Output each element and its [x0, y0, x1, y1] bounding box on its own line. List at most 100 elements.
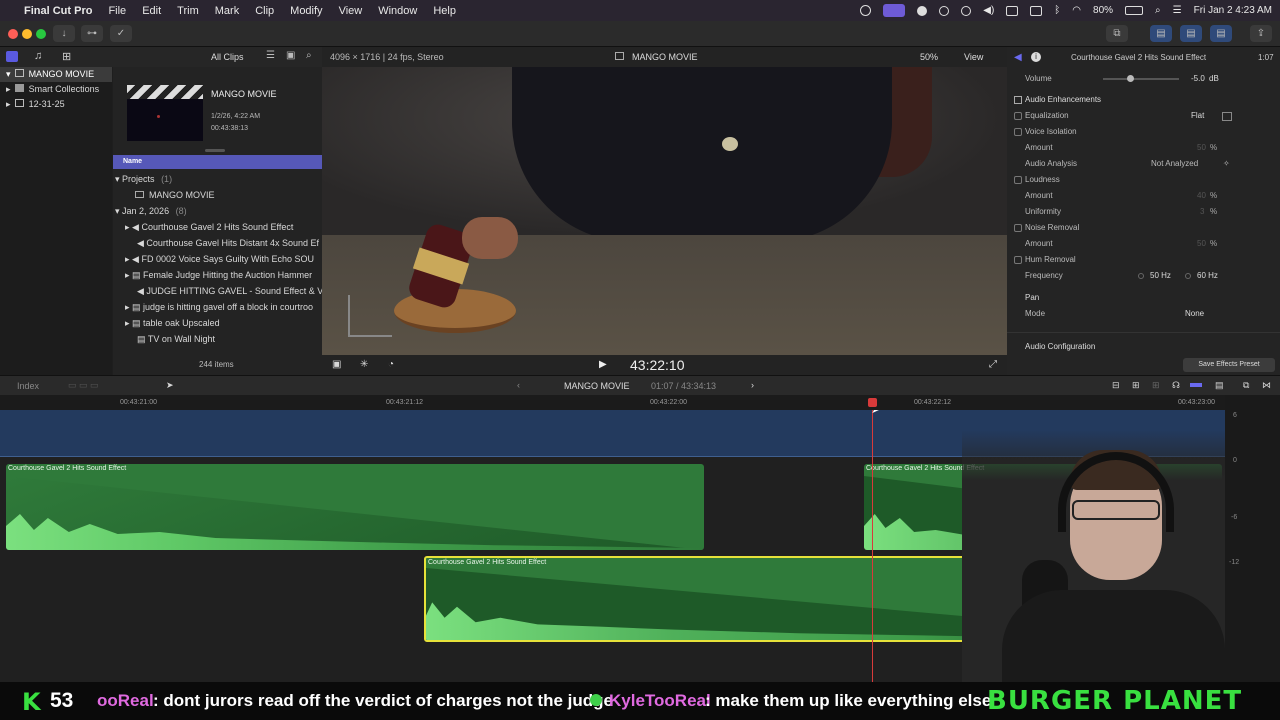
- group-date[interactable]: ▾ Jan 2, 2026 (8): [113, 203, 322, 219]
- libraries-icon[interactable]: [6, 51, 18, 62]
- list-item[interactable]: ◀ Courthouse Gavel Hits Distant 4x Sound…: [113, 235, 322, 251]
- disclosure-icon[interactable]: ▸: [6, 99, 11, 109]
- disclosure-icon[interactable]: ▸: [125, 318, 132, 328]
- clip-appearance-icon[interactable]: ▣: [286, 50, 295, 61]
- transform-icon[interactable]: ▣: [332, 359, 341, 370]
- frequency-50[interactable]: 50 Hz: [1150, 268, 1171, 284]
- amount-value[interactable]: 40: [1197, 188, 1206, 204]
- menu-view[interactable]: View: [331, 5, 371, 17]
- share-button[interactable]: ⇪: [1250, 25, 1272, 42]
- event-thumbnail[interactable]: [127, 85, 203, 141]
- solo-icon[interactable]: ⊞: [1152, 380, 1160, 391]
- frequency-60[interactable]: 60 Hz: [1197, 268, 1218, 284]
- zoom-out-icon[interactable]: ⊟: [1112, 380, 1120, 391]
- control-center-icon[interactable]: ☰: [1173, 5, 1182, 16]
- play-icon[interactable]: [961, 5, 972, 16]
- search-icon[interactable]: ⌕: [306, 50, 312, 61]
- snapping-icon[interactable]: [1190, 383, 1202, 387]
- playhead-handle[interactable]: [868, 398, 877, 407]
- list-item[interactable]: ▸ ▤ table oak Upscaled: [113, 315, 322, 331]
- menu-edit[interactable]: Edit: [134, 5, 169, 17]
- background-tasks-button[interactable]: ✓: [110, 25, 132, 42]
- speed-icon[interactable]: ◔: [388, 359, 394, 370]
- uniformity-value[interactable]: 3: [1200, 204, 1204, 220]
- menu-mark[interactable]: Mark: [207, 5, 247, 17]
- effects-browser-icon[interactable]: ⧉: [1243, 380, 1249, 391]
- disclosure-icon[interactable]: ▸: [6, 84, 11, 94]
- close-window-button[interactable]: [8, 29, 18, 39]
- checkbox-box[interactable]: [1014, 175, 1022, 184]
- clip-filter-dropdown[interactable]: All Clips: [211, 52, 244, 62]
- enhance-icon[interactable]: ✳: [360, 359, 368, 370]
- library-item-mango-movie[interactable]: ▾ MANGO MOVIE: [0, 67, 112, 82]
- audio-clip[interactable]: Courthouse Gavel 2 Hits Sound Effect: [6, 464, 704, 550]
- menubar-datetime[interactable]: Fri Jan 2 4:23 AM: [1194, 5, 1272, 16]
- disclosure-icon[interactable]: ▸: [125, 254, 132, 264]
- browser-toggle-button[interactable]: ▤: [1150, 25, 1172, 42]
- screen-record-icon[interactable]: [883, 4, 906, 17]
- disclosure-icon[interactable]: ▸: [125, 302, 132, 312]
- volume-icon[interactable]: ◀): [983, 5, 994, 16]
- timeline-area[interactable]: Courthouse Gavel 2 Hits Sound Effect Cou…: [0, 410, 1225, 682]
- select-tool-icon[interactable]: ➤: [166, 380, 174, 391]
- display-icon[interactable]: [1006, 5, 1019, 16]
- minimize-window-button[interactable]: [22, 29, 32, 39]
- menu-trim[interactable]: Trim: [169, 5, 207, 17]
- info-icon[interactable]: i: [1031, 52, 1041, 62]
- timeline-toggle-button[interactable]: ▤: [1180, 25, 1202, 42]
- list-item[interactable]: ▸ ▤ judge is hitting gavel off a block i…: [113, 299, 322, 315]
- skimming-icon[interactable]: ⊞: [1132, 380, 1140, 391]
- menu-clip[interactable]: Clip: [247, 5, 282, 17]
- disclosure-icon[interactable]: ▾: [115, 206, 122, 216]
- name-column-header[interactable]: Name: [113, 155, 322, 169]
- disclosure-icon[interactable]: ▾: [6, 69, 11, 79]
- equalization-dropdown[interactable]: Flat: [1191, 108, 1204, 124]
- status-icon[interactable]: [860, 5, 872, 16]
- list-item[interactable]: ◀ JUDGE HITTING GAVEL - Sound Effect & V: [113, 283, 322, 299]
- list-item[interactable]: ▤ TV on Wall Night: [113, 331, 322, 347]
- keywords-button[interactable]: ⊶: [81, 25, 103, 42]
- pan-section[interactable]: Pan: [1007, 290, 1280, 306]
- disclosure-icon[interactable]: ▾: [115, 174, 122, 184]
- keyboard-icon[interactable]: [1030, 5, 1043, 16]
- list-item[interactable]: MANGO MOVIE: [113, 187, 322, 203]
- library-item-smart-collections[interactable]: ▸ Smart Collections: [0, 82, 112, 97]
- import-button[interactable]: ↓: [53, 25, 75, 42]
- checkbox-box[interactable]: [1014, 111, 1022, 120]
- list-item[interactable]: ▸ ▤ Female Judge Hitting the Auction Ham…: [113, 267, 322, 283]
- menu-app-name[interactable]: Final Cut Pro: [16, 5, 100, 17]
- section-audio-enhancements[interactable]: Audio Enhancements: [1007, 92, 1280, 108]
- audio-configuration-section[interactable]: Audio Configuration: [1007, 339, 1280, 355]
- frequency-radio-60[interactable]: [1185, 273, 1191, 279]
- workspace-button[interactable]: ⧉: [1106, 25, 1128, 42]
- pan-mode-dropdown[interactable]: None: [1185, 306, 1204, 322]
- volume-value[interactable]: -5.0: [1191, 71, 1205, 87]
- bluetooth-icon[interactable]: ᛒ: [1054, 5, 1060, 16]
- history-back-icon[interactable]: ‹: [517, 380, 520, 390]
- volume-slider[interactable]: [1103, 78, 1179, 80]
- menu-window[interactable]: Window: [370, 5, 425, 17]
- amount-value[interactable]: 50: [1197, 236, 1206, 252]
- list-item[interactable]: ▸ ◀ Courthouse Gavel 2 Hits Sound Effect: [113, 219, 322, 235]
- group-projects[interactable]: ▾ Projects (1): [113, 171, 322, 187]
- checkbox-box[interactable]: [1014, 255, 1022, 264]
- thumbnail-scrubber[interactable]: [205, 149, 225, 152]
- list-item[interactable]: ▸ ◀ FD 0002 Voice Says Guilty With Echo …: [113, 251, 322, 267]
- zoom-window-button[interactable]: [36, 29, 46, 39]
- photos-audio-icon[interactable]: ♫: [34, 50, 42, 62]
- audio-clip-selected[interactable]: Courthouse Gavel 2 Hits Sound Effect: [424, 556, 1044, 642]
- disclosure-icon[interactable]: ▸: [125, 222, 132, 232]
- viewer-timecode[interactable]: 43:22:10: [630, 357, 685, 373]
- headphones-icon[interactable]: ☊: [1172, 380, 1180, 391]
- play-button[interactable]: ▶: [599, 359, 607, 370]
- search-icon[interactable]: ⌕: [1155, 5, 1161, 16]
- library-item-event[interactable]: ▸ 12-31-25: [0, 97, 112, 112]
- fullscreen-icon[interactable]: ⤢: [989, 359, 997, 370]
- zoom-dropdown[interactable]: 50%: [920, 52, 938, 62]
- transitions-icon[interactable]: ⋈: [1262, 380, 1271, 391]
- menu-help[interactable]: Help: [425, 5, 464, 17]
- timeline-ruler[interactable]: 00:43:21:00 00:43:21:12 00:43:22:00 00:4…: [0, 395, 1225, 410]
- wifi-icon[interactable]: ◠: [1072, 5, 1081, 16]
- menu-modify[interactable]: Modify: [282, 5, 330, 17]
- eq-graph-icon[interactable]: [1222, 112, 1232, 121]
